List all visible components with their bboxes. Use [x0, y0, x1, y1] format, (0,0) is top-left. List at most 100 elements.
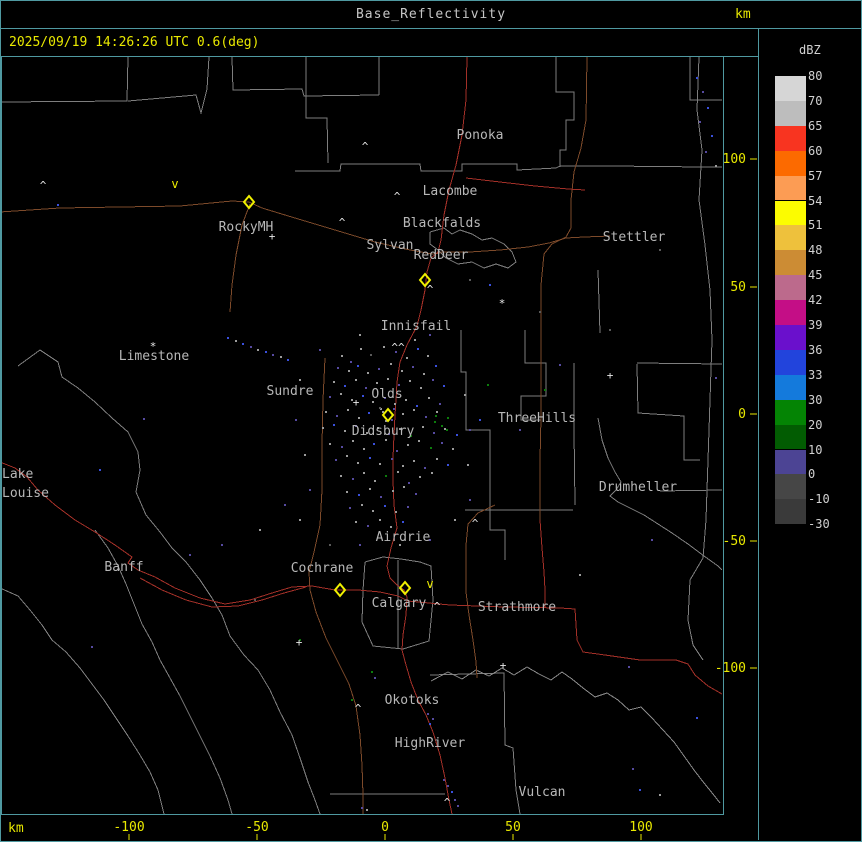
radar-echo-dot — [341, 355, 343, 357]
legend-color-box — [775, 399, 806, 425]
radar-map-canvas[interactable]: ^^^^^^**++^^^^^+++vvPonokaLacombeBlackfa… — [0, 0, 862, 842]
town-point-marker: ^ — [40, 179, 47, 192]
radar-echo-dot — [374, 677, 376, 679]
county-boundary-line — [636, 363, 700, 461]
city-label: Strathmore — [478, 600, 556, 615]
radar-echo-dot — [659, 249, 661, 251]
radar-echo-dot — [299, 519, 301, 521]
radar-echo-dot — [479, 419, 481, 421]
radar-echo-dot — [405, 399, 407, 401]
radar-echo-dot — [519, 429, 521, 431]
radar-echo-dot — [409, 380, 411, 382]
radar-echo-dot — [350, 361, 352, 363]
legend-dbz-label: 33 — [808, 367, 823, 382]
radar-echo-dot — [325, 411, 327, 413]
radar-echo-dot — [371, 671, 373, 673]
primary-highway-line — [465, 177, 586, 191]
radar-echo-dot — [539, 311, 541, 313]
radar-echo-dot — [707, 107, 709, 109]
radar-echo-dot — [428, 397, 430, 399]
county-boundary-line — [555, 57, 575, 167]
radar-echo-dot — [242, 343, 244, 345]
radar-echo-dot — [469, 279, 471, 281]
legend-dbz-label: 57 — [808, 168, 823, 183]
city-label: Banff — [104, 560, 143, 575]
radar-echo-dot — [420, 387, 422, 389]
radar-echo-dot — [392, 490, 394, 492]
radar-echo-dot — [436, 411, 438, 413]
x-axis-tick-label: -100 — [113, 820, 144, 835]
legend-color-box — [775, 76, 806, 101]
legend-color-box — [775, 325, 806, 350]
x-axis-tick-label: 50 — [505, 820, 521, 835]
radar-echo-dot — [454, 799, 456, 801]
radar-echo-dot — [344, 430, 346, 432]
city-label: RockyMH — [219, 220, 274, 235]
radar-echo-dot — [427, 713, 429, 715]
radar-echo-dot — [362, 395, 364, 397]
radar-echo-dot — [408, 482, 410, 484]
radar-echo-dot — [370, 354, 372, 356]
radar-echo-dot — [329, 443, 331, 445]
town-point-marker: ^ — [434, 600, 441, 613]
legend-color-box — [775, 449, 806, 475]
radar-echo-dot — [359, 544, 361, 546]
radar-echo-dot — [544, 389, 546, 391]
radar-echo-dot — [344, 385, 346, 387]
radar-echo-dot — [705, 151, 707, 153]
radar-echo-dot — [415, 493, 417, 495]
radar-echo-dot — [447, 464, 449, 466]
legend-dbz-label: 36 — [808, 342, 823, 357]
radar-echo-dot — [329, 544, 331, 546]
radar-echo-dot — [355, 521, 357, 523]
radar-echo-dot — [609, 329, 611, 331]
radar-echo-dot — [227, 337, 229, 339]
radar-echo-dot — [406, 357, 408, 359]
radar-echo-dot — [384, 505, 386, 507]
radar-echo-dot — [379, 519, 381, 521]
radar-echo-dot — [402, 413, 404, 415]
legend-color-box — [775, 150, 806, 176]
radar-echo-dot — [352, 440, 354, 442]
town-point-marker: + — [500, 659, 507, 672]
radar-echo-dot — [390, 526, 392, 528]
radar-echo-dot — [439, 403, 441, 405]
x-axis-tick-label: 0 — [381, 820, 389, 835]
radar-echo-dot — [446, 429, 448, 431]
legend-color-box — [775, 374, 806, 400]
radar-echo-dot — [419, 476, 421, 478]
legend-color-box — [775, 424, 806, 450]
radar-echo-dot — [319, 349, 321, 351]
county-boundary-line — [597, 269, 601, 334]
radar-echo-dot — [394, 403, 396, 405]
radar-echo-dot — [341, 446, 343, 448]
radar-echo-dot — [380, 496, 382, 498]
town-point-marker: + — [607, 369, 614, 382]
radar-echo-dot — [373, 443, 375, 445]
radar-echo-dot — [189, 554, 191, 556]
legend-color-box — [775, 125, 806, 151]
radar-echo-dot — [715, 165, 717, 167]
radar-echo-dot — [369, 457, 371, 459]
legend-dbz-label: 48 — [808, 243, 823, 258]
radar-echo-dot — [396, 450, 398, 452]
radar-echo-dot — [451, 791, 453, 793]
radar-echo-dot — [432, 379, 434, 381]
radar-echo-dot — [379, 407, 381, 409]
radar-echo-dot — [447, 785, 449, 787]
radar-echo-dot — [639, 789, 641, 791]
radar-echo-dot — [467, 464, 469, 466]
radar-echo-dot — [351, 699, 353, 701]
radar-echo-dot — [443, 385, 445, 387]
radar-echo-dot — [559, 364, 561, 366]
radar-echo-dot — [711, 135, 713, 137]
radar-echo-dot — [412, 366, 414, 368]
radar-echo-dot — [457, 805, 459, 807]
radar-echo-dot — [454, 519, 456, 521]
radar-echo-dot — [91, 646, 93, 648]
radar-echo-dot — [336, 415, 338, 417]
county-boundary-line — [305, 57, 329, 164]
radar-echo-dot — [441, 425, 443, 427]
radar-echo-dot — [435, 415, 437, 417]
radar-echo-dot — [436, 458, 438, 460]
